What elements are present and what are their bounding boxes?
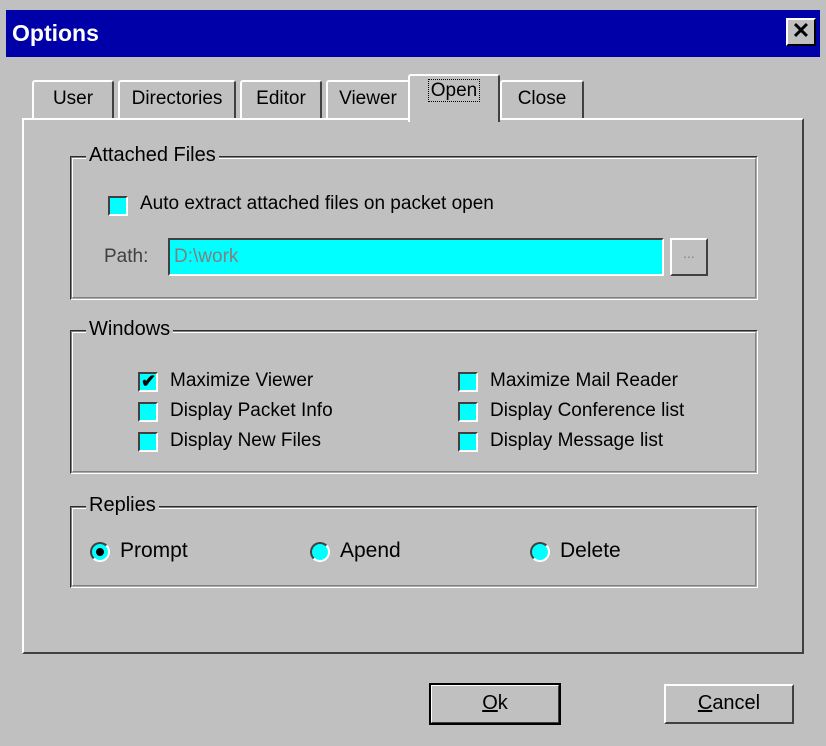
attached-files-title: Attached Files xyxy=(86,144,219,167)
path-label: Path: xyxy=(104,246,149,267)
tab-viewer[interactable]: Viewer xyxy=(326,80,410,120)
delete-radio[interactable] xyxy=(530,542,550,562)
prompt-radio[interactable] xyxy=(90,542,110,562)
cancel-button[interactable]: Cancel xyxy=(664,684,794,724)
apend-label: Apend xyxy=(340,539,401,562)
replies-title: Replies xyxy=(86,494,159,517)
browse-button[interactable]: ... xyxy=(670,238,708,276)
auto-extract-label: Auto extract attached files on packet op… xyxy=(140,193,494,214)
close-icon: ✕ xyxy=(791,18,811,43)
attached-files-group: Attached Files Auto extract attached fil… xyxy=(70,144,758,300)
display-packet-info-checkbox[interactable] xyxy=(138,402,158,422)
replies-group: Replies Prompt Apend Delete xyxy=(70,494,758,588)
maximize-viewer-label: Maximize Viewer xyxy=(170,370,314,391)
maximize-mail-reader-checkbox[interactable] xyxy=(458,372,478,392)
path-field[interactable]: D:\work xyxy=(168,238,664,276)
tab-editor[interactable]: Editor xyxy=(240,80,322,120)
display-new-files-checkbox[interactable] xyxy=(138,432,158,452)
window-title: Options xyxy=(12,20,99,46)
close-button[interactable]: ✕ xyxy=(786,18,816,46)
options-dialog: Options ✕ User Directories Editor Viewer… xyxy=(0,0,826,746)
apend-radio[interactable] xyxy=(310,542,330,562)
tab-close[interactable]: Close xyxy=(500,80,584,120)
tab-user[interactable]: User xyxy=(32,80,114,120)
ok-button[interactable]: Ok xyxy=(429,683,561,725)
display-message-list-label: Display Message list xyxy=(490,430,664,451)
display-conference-list-label: Display Conference list xyxy=(490,400,685,421)
windows-title: Windows xyxy=(86,318,174,341)
tab-directories[interactable]: Directories xyxy=(118,80,236,120)
display-conference-list-checkbox[interactable] xyxy=(458,402,478,422)
title-bar[interactable]: Options ✕ xyxy=(6,10,820,57)
display-message-list-checkbox[interactable] xyxy=(458,432,478,452)
display-packet-info-label: Display Packet Info xyxy=(170,400,333,421)
maximize-mail-reader-label: Maximize Mail Reader xyxy=(490,370,678,391)
checkmark-icon: ✔ xyxy=(141,371,157,391)
prompt-label: Prompt xyxy=(120,539,188,562)
display-new-files-label: Display New Files xyxy=(170,430,321,451)
delete-label: Delete xyxy=(560,539,621,562)
auto-extract-checkbox[interactable] xyxy=(108,196,128,216)
radio-selected-dot xyxy=(96,548,104,556)
tab-panel-open: Attached Files Auto extract attached fil… xyxy=(22,118,804,654)
tab-open[interactable]: Open xyxy=(408,74,500,122)
maximize-viewer-checkbox[interactable]: ✔ xyxy=(138,371,158,392)
windows-group: Windows ✔ Maximize Viewer Display Packet… xyxy=(70,318,758,474)
